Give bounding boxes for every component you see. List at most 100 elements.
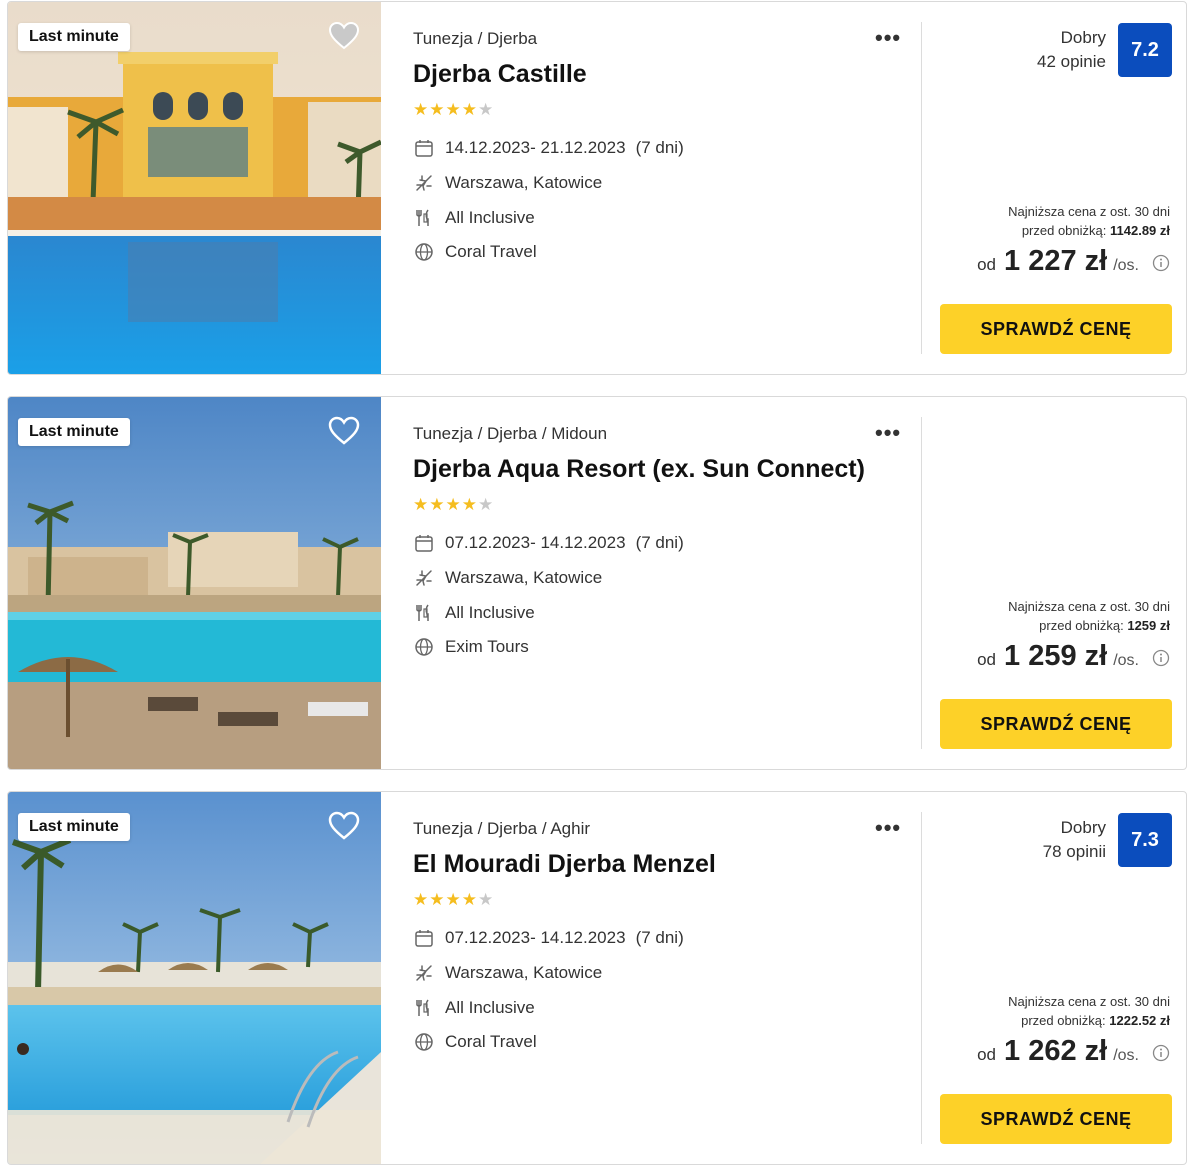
dates-row: 07.12.2023- 14.12.2023 (7 dni) xyxy=(413,531,684,555)
rating-text: Dobry xyxy=(1060,28,1106,47)
globe-icon xyxy=(413,636,435,658)
star-icon: ★ xyxy=(413,890,430,909)
hotel-photo[interactable]: Last minute xyxy=(8,2,381,374)
check-price-button[interactable]: SPRAWDŹ CENĘ xyxy=(940,304,1172,354)
check-price-button[interactable]: SPRAWDŹ CENĘ xyxy=(940,699,1172,749)
price-value: 1 259 zł xyxy=(1004,640,1108,672)
info-icon[interactable] xyxy=(1152,254,1170,272)
calendar-icon xyxy=(413,927,435,949)
star-icon: ★ xyxy=(429,100,446,119)
lowest-price-info: Najniższa cena z ost. 30 dni przed obniż… xyxy=(1008,202,1170,240)
airports-text: Warszawa, Katowice xyxy=(445,568,603,587)
price: od 1 259 zł /os. xyxy=(977,640,1170,673)
board-text: All Inclusive xyxy=(445,998,535,1017)
nights-text: (7 dni) xyxy=(635,928,684,947)
board-row: All Inclusive xyxy=(413,206,535,230)
check-price-button[interactable]: SPRAWDŹ CENĘ xyxy=(940,1094,1172,1144)
favorite-heart-icon[interactable] xyxy=(328,811,360,841)
lowest-price-label: Najniższa cena z ost. 30 dni xyxy=(1008,994,1170,1009)
nights-text: (7 dni) xyxy=(635,533,684,552)
globe-icon xyxy=(413,1031,435,1053)
hotel-photo[interactable]: Last minute xyxy=(8,792,381,1164)
hotel-name[interactable]: Djerba Aqua Resort (ex. Sun Connect) xyxy=(413,455,865,484)
dates-row: 07.12.2023- 14.12.2023 (7 dni) xyxy=(413,926,684,950)
more-options-icon[interactable]: ••• xyxy=(875,27,901,49)
offer-info: Tunezja / Djerba / Aghir ••• El Mouradi … xyxy=(413,792,913,1164)
star-icon: ★ xyxy=(461,890,478,909)
lowest-price-info: Najniższa cena z ost. 30 dni przed obniż… xyxy=(1008,992,1170,1030)
board-row: All Inclusive xyxy=(413,996,535,1020)
hotel-name[interactable]: Djerba Castille xyxy=(413,60,587,89)
plane-icon xyxy=(413,567,435,589)
star-icon: ★ xyxy=(478,495,495,514)
star-icon: ★ xyxy=(429,890,446,909)
globe-icon xyxy=(413,241,435,263)
airports-text: Warszawa, Katowice xyxy=(445,173,603,192)
star-icon: ★ xyxy=(461,100,478,119)
rating-summary[interactable]: Dobry 78 opinii xyxy=(1043,816,1106,864)
operator-row: Exim Tours xyxy=(413,635,529,659)
divider xyxy=(921,22,922,354)
cutlery-icon xyxy=(413,602,435,624)
airports-row: Warszawa, Katowice xyxy=(413,961,602,985)
rating-score-badge: 7.2 xyxy=(1118,23,1172,77)
hotel-name[interactable]: El Mouradi Djerba Menzel xyxy=(413,850,716,879)
offer-info: Tunezja / Djerba ••• Djerba Castille ★★★… xyxy=(413,2,913,374)
offer-card[interactable]: Last minute Tunezja / Djerba / Midoun ••… xyxy=(7,396,1187,770)
favorite-heart-icon[interactable] xyxy=(328,416,360,446)
calendar-icon xyxy=(413,532,435,554)
more-options-icon[interactable]: ••• xyxy=(875,422,901,444)
info-icon[interactable] xyxy=(1152,1044,1170,1062)
last-minute-badge: Last minute xyxy=(18,418,130,446)
divider xyxy=(921,417,922,749)
price: od 1 227 zł /os. xyxy=(977,245,1170,278)
reviews-count[interactable]: 42 opinie xyxy=(1037,50,1106,74)
lowest-price-label: przed obniżką: xyxy=(1021,223,1107,238)
price-prefix: od xyxy=(977,650,997,669)
star-icon: ★ xyxy=(413,100,430,119)
operator-text: Coral Travel xyxy=(445,1032,537,1051)
board-text: All Inclusive xyxy=(445,208,535,227)
cutlery-icon xyxy=(413,997,435,1019)
board-text: All Inclusive xyxy=(445,603,535,622)
price-value: 1 227 zł xyxy=(1004,245,1108,277)
star-rating: ★★★★★ xyxy=(413,495,494,515)
location-breadcrumb[interactable]: Tunezja / Djerba / Aghir xyxy=(413,819,590,839)
rating-text: Dobry xyxy=(1060,818,1106,837)
price-prefix: od xyxy=(977,1045,997,1064)
operator-row: Coral Travel xyxy=(413,240,537,264)
lowest-price-info: Najniższa cena z ost. 30 dni przed obniż… xyxy=(1008,597,1170,635)
info-icon[interactable] xyxy=(1152,649,1170,667)
reviews-count[interactable]: 78 opinii xyxy=(1043,840,1106,864)
rating-score-badge: 7.3 xyxy=(1118,813,1172,867)
dates-row: 14.12.2023- 21.12.2023 (7 dni) xyxy=(413,136,684,160)
airports-row: Warszawa, Katowice xyxy=(413,566,602,590)
price-value: 1 262 zł xyxy=(1004,1035,1108,1067)
star-rating: ★★★★★ xyxy=(413,100,494,120)
dates-text: 07.12.2023- 14.12.2023 xyxy=(445,533,626,552)
rating-summary[interactable]: Dobry 42 opinie xyxy=(1037,26,1106,74)
hotel-photo[interactable]: Last minute xyxy=(8,397,381,769)
lowest-price-label: Najniższa cena z ost. 30 dni xyxy=(1008,599,1170,614)
star-icon: ★ xyxy=(445,890,462,909)
lowest-price-label: przed obniżką: xyxy=(1039,618,1124,633)
last-minute-badge: Last minute xyxy=(18,813,130,841)
star-rating: ★★★★★ xyxy=(413,890,494,910)
dates-text: 14.12.2023- 21.12.2023 xyxy=(445,138,626,157)
offer-card[interactable]: Last minute Tunezja / Djerba / Aghir •••… xyxy=(7,791,1187,1165)
price-prefix: od xyxy=(977,255,997,274)
favorite-heart-icon[interactable] xyxy=(328,21,360,51)
price-suffix: /os. xyxy=(1113,1047,1139,1064)
location-breadcrumb[interactable]: Tunezja / Djerba / Midoun xyxy=(413,424,607,444)
star-icon: ★ xyxy=(445,495,462,514)
location-breadcrumb[interactable]: Tunezja / Djerba xyxy=(413,29,537,49)
dates-text: 07.12.2023- 14.12.2023 xyxy=(445,928,626,947)
last-minute-badge: Last minute xyxy=(18,23,130,51)
operator-row: Coral Travel xyxy=(413,1030,537,1054)
more-options-icon[interactable]: ••• xyxy=(875,817,901,839)
offer-card[interactable]: Last minute Tunezja / Djerba ••• Djerba … xyxy=(7,1,1187,375)
star-icon: ★ xyxy=(478,890,495,909)
price-suffix: /os. xyxy=(1113,652,1139,669)
star-icon: ★ xyxy=(461,495,478,514)
operator-text: Exim Tours xyxy=(445,637,529,656)
